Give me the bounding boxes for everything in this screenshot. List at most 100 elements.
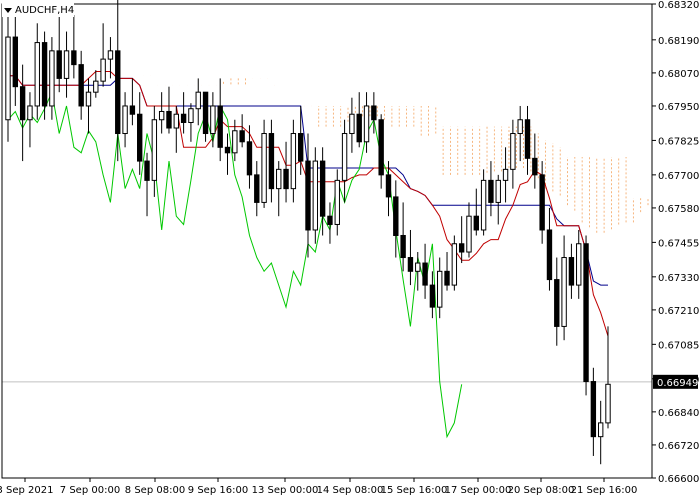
candle-body[interactable] xyxy=(268,133,275,190)
candle-body[interactable] xyxy=(385,174,392,198)
price-tick-label: 0.67085 xyxy=(658,340,699,351)
candle-body[interactable] xyxy=(210,105,216,135)
candle-body[interactable] xyxy=(341,133,348,181)
candle-body[interactable] xyxy=(173,113,179,129)
candle-body[interactable] xyxy=(144,160,150,181)
candle-body[interactable] xyxy=(502,168,509,181)
price-chart[interactable]: 0.68320 0.68190 0.68070 0.67950 0.67825 0.677… xyxy=(0,0,700,500)
triangle-down-icon[interactable] xyxy=(4,7,12,13)
candle-body[interactable] xyxy=(224,146,231,154)
candle-body[interactable] xyxy=(539,174,545,231)
candle-body[interactable] xyxy=(151,119,158,181)
candle-body[interactable] xyxy=(590,381,597,438)
candle-body[interactable] xyxy=(349,113,355,135)
candle-body[interactable] xyxy=(327,215,333,225)
price-axis: 0.68320 0.68190 0.68070 0.67950 0.67825 0.677… xyxy=(652,0,699,485)
candle-body[interactable] xyxy=(166,110,172,129)
candle-body[interactable] xyxy=(437,270,443,308)
candle-body[interactable] xyxy=(407,257,414,272)
candle-body[interactable] xyxy=(239,130,245,143)
candle-body[interactable] xyxy=(188,108,194,124)
candle-body[interactable] xyxy=(466,215,472,253)
candle-body[interactable] xyxy=(137,113,143,162)
candle-body[interactable] xyxy=(195,91,201,110)
candle-body[interactable] xyxy=(583,243,589,383)
candle-body[interactable] xyxy=(93,80,99,93)
candle-body[interactable] xyxy=(517,119,523,135)
candle-body[interactable] xyxy=(605,383,611,424)
candle-body[interactable] xyxy=(532,157,538,176)
candle-body[interactable] xyxy=(554,279,560,327)
candle-body[interactable] xyxy=(5,36,11,121)
candle-body[interactable] xyxy=(276,168,282,190)
symbol-label[interactable]: AUDCHF,H4 xyxy=(2,3,75,17)
candle-body[interactable] xyxy=(305,160,311,231)
time-axis: 3 Sep 2021 7 Sep 00:00 8 Sep 08:00 9 Sep 16… xyxy=(0,478,637,496)
candle-body[interactable] xyxy=(495,179,501,203)
candle-body[interactable] xyxy=(129,105,136,115)
candle-body[interactable] xyxy=(27,105,33,121)
candle-body[interactable] xyxy=(283,168,289,190)
candle-body[interactable] xyxy=(56,50,62,79)
candle-body[interactable] xyxy=(458,243,465,253)
price-tick-label: 0.67825 xyxy=(658,136,699,147)
candle-body[interactable] xyxy=(246,141,253,176)
time-tick-label: 20 Sep 08:00 xyxy=(508,485,575,496)
candle-body[interactable] xyxy=(319,160,326,217)
candle-body[interactable] xyxy=(71,50,77,66)
candle-body[interactable] xyxy=(312,160,319,231)
candle-body[interactable] xyxy=(180,113,187,124)
candle-body[interactable] xyxy=(232,130,238,154)
candle-body[interactable] xyxy=(561,257,567,327)
time-tick-label: 3 Sep 2021 xyxy=(0,485,54,496)
candle-body[interactable] xyxy=(393,196,399,236)
candle-body[interactable] xyxy=(568,257,575,286)
candle-body[interactable] xyxy=(49,50,55,107)
candle-body[interactable] xyxy=(576,243,582,286)
candle-body[interactable] xyxy=(429,284,436,308)
candle-body[interactable] xyxy=(400,234,406,259)
candle-body[interactable] xyxy=(597,422,604,438)
candle-body[interactable] xyxy=(158,110,165,121)
candle-body[interactable] xyxy=(34,42,40,107)
candle-body[interactable] xyxy=(334,179,340,225)
candle-body[interactable] xyxy=(488,179,494,203)
price-tick-label: 0.68070 xyxy=(658,69,699,80)
candle-body[interactable] xyxy=(115,50,121,135)
candle-body[interactable] xyxy=(85,91,92,107)
candle-body[interactable] xyxy=(290,133,297,190)
time-tick-label: 7 Sep 00:00 xyxy=(60,485,120,496)
candle-body[interactable] xyxy=(19,86,26,121)
symbol-timeframe: AUDCHF,H4 xyxy=(15,4,75,16)
price-tick-label: 0.68320 xyxy=(658,0,699,11)
candle-body[interactable] xyxy=(202,91,209,135)
candle-body[interactable] xyxy=(524,119,531,159)
candle-body[interactable] xyxy=(378,119,384,176)
candle-body[interactable] xyxy=(122,105,128,135)
candle-body[interactable] xyxy=(363,105,370,143)
candle-body[interactable] xyxy=(444,270,450,286)
candle-body[interactable] xyxy=(254,174,260,203)
candle-body[interactable] xyxy=(546,229,553,281)
candle-body[interactable] xyxy=(63,50,70,79)
candle-body[interactable] xyxy=(12,36,19,88)
candle-body[interactable] xyxy=(217,105,223,148)
price-tick-label: 0.68190 xyxy=(658,36,699,47)
candle-body[interactable] xyxy=(78,64,84,107)
candle-body[interactable] xyxy=(480,179,487,231)
candle-body[interactable] xyxy=(41,42,48,107)
candle-body[interactable] xyxy=(510,133,516,170)
candles xyxy=(5,0,611,465)
candle-body[interactable] xyxy=(422,262,428,286)
candle-body[interactable] xyxy=(100,58,106,82)
time-tick-label: 15 Sep 16:00 xyxy=(381,485,448,496)
candle-body[interactable] xyxy=(415,262,421,272)
candle-body[interactable] xyxy=(451,243,458,286)
candle-body[interactable] xyxy=(371,105,377,121)
candle-body[interactable] xyxy=(356,113,362,143)
chart-window[interactable]: AUDCHF,H4 0.68320 0.68190 0.68070 0.67950 0.… xyxy=(0,0,700,500)
candle-body[interactable] xyxy=(297,133,304,162)
candle-body[interactable] xyxy=(261,133,267,203)
candle-body[interactable] xyxy=(107,50,114,60)
candle-body[interactable] xyxy=(473,215,479,231)
